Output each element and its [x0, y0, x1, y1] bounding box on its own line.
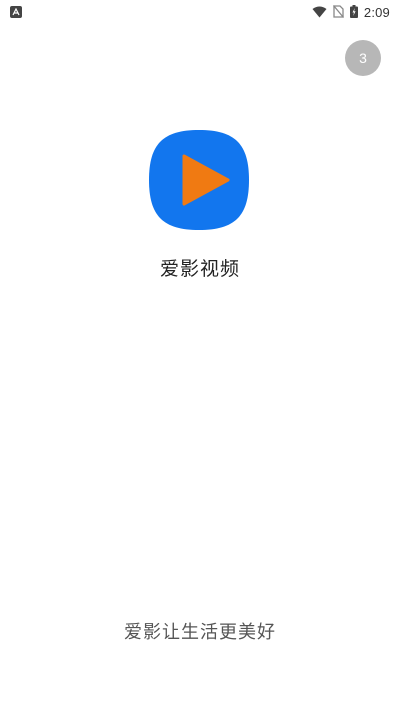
status-left [10, 6, 22, 18]
skip-countdown-button[interactable]: 3 [345, 40, 381, 76]
splash-screen: 2:09 3 爱影视频 爱影让生活更美好 [0, 0, 400, 711]
status-time: 2:09 [363, 4, 390, 20]
a-notification-icon [10, 6, 22, 18]
play-logo-icon [147, 128, 251, 232]
battery-charging-icon [349, 3, 358, 22]
wifi-icon [312, 3, 327, 22]
no-sim-icon [332, 3, 344, 22]
status-bar: 2:09 [0, 0, 400, 24]
slogan: 爱影让生活更美好 [124, 622, 276, 643]
status-right: 2:09 [312, 3, 390, 22]
app-name: 爱影视频 [159, 258, 240, 280]
